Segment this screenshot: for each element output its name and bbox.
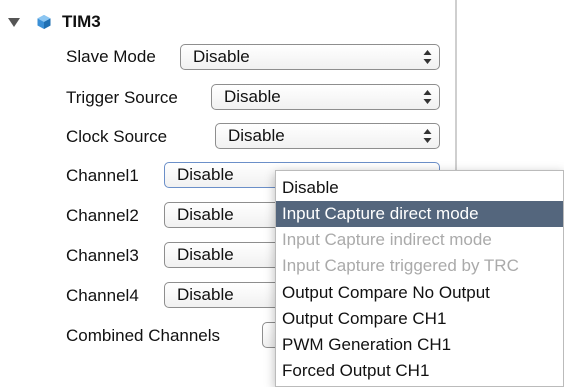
expand-triangle-icon[interactable] — [8, 17, 20, 27]
updown-arrows-icon — [423, 90, 432, 104]
dropdown-option-input-capture-direct[interactable]: Input Capture direct mode — [276, 201, 563, 227]
dropdown-option-output-compare-ch1[interactable]: Output Compare CH1 — [276, 306, 563, 332]
trigger-source-select[interactable]: Disable — [211, 84, 440, 110]
tim3-tree-node[interactable]: TIM3 — [8, 10, 101, 34]
updown-arrows-icon — [423, 50, 432, 64]
dropdown-option-input-capture-trc: Input Capture triggered by TRC — [282, 256, 519, 275]
dropdown-option-forced-output-ch1[interactable]: Forced Output CH1 — [276, 358, 563, 384]
channel2-label: Channel2 — [66, 206, 139, 225]
channel3-value: Disable — [177, 245, 234, 264]
trigger-source-label: Trigger Source — [66, 88, 178, 107]
dropdown-option-disable[interactable]: Disable — [276, 175, 563, 201]
slave-mode-value: Disable — [193, 47, 250, 66]
channel4-label: Channel4 — [66, 286, 139, 305]
channel1-value: Disable — [177, 165, 234, 184]
channel2-value: Disable — [177, 205, 234, 224]
dropdown-option-pwm-generation-ch1[interactable]: PWM Generation CH1 — [276, 332, 563, 358]
channel4-value: Disable — [177, 285, 234, 304]
combined-channels-label: Combined Channels — [66, 326, 221, 345]
clock-source-value: Disable — [228, 126, 285, 145]
dropdown-option-output-compare-no-output[interactable]: Output Compare No Output — [276, 280, 563, 306]
channel1-label: Channel1 — [66, 166, 139, 185]
trigger-source-value: Disable — [224, 87, 281, 106]
tim3-title: TIM3 — [62, 12, 101, 31]
clock-source-select[interactable]: Disable — [215, 123, 440, 149]
clock-source-label: Clock Source — [66, 127, 168, 146]
dropdown-option-input-capture-indirect: Input Capture indirect mode — [282, 230, 492, 249]
cube-icon — [37, 15, 51, 29]
slave-mode-select[interactable]: Disable — [180, 44, 440, 70]
channel3-label: Channel3 — [66, 246, 139, 265]
updown-arrows-icon — [423, 129, 432, 143]
channel1-dropdown-menu: Disable Input Capture direct mode Input … — [275, 170, 564, 387]
slave-mode-label: Slave Mode — [66, 47, 156, 66]
